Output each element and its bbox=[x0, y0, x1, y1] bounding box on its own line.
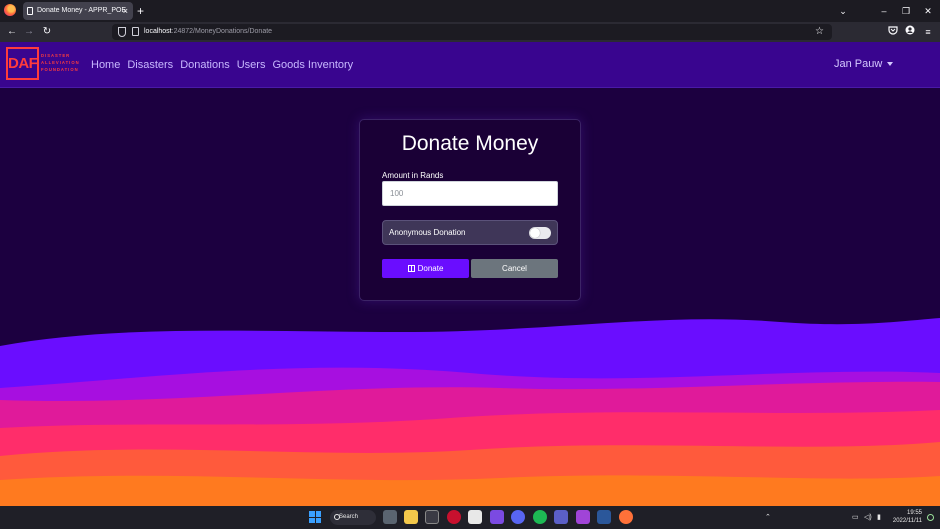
restore-button[interactable]: ❐ bbox=[898, 2, 914, 20]
calendar-icon[interactable] bbox=[468, 510, 482, 524]
notification-icon[interactable] bbox=[927, 514, 934, 521]
account-icon-svg bbox=[905, 25, 915, 35]
anonymous-switch[interactable] bbox=[529, 227, 551, 239]
wave-layer-6 bbox=[0, 475, 940, 506]
page-title: Donate Money bbox=[401, 132, 539, 155]
close-window-button[interactable]: ✕ bbox=[920, 2, 936, 20]
github-desktop-icon[interactable] bbox=[576, 510, 590, 524]
browser-tab-strip: Donate Money - APPR_POE × + ⌄ – ❐ ✕ bbox=[0, 0, 940, 22]
brand-tagline-line-2: ALLEVIATION bbox=[41, 59, 80, 65]
nav-home[interactable]: Home bbox=[91, 59, 120, 71]
cancel-button[interactable]: Cancel bbox=[471, 259, 558, 278]
page-info-icon[interactable] bbox=[132, 27, 139, 36]
donate-button[interactable]: Donate bbox=[382, 259, 469, 278]
donate-label: Donate bbox=[417, 264, 444, 273]
taskbar-search-button[interactable]: Search bbox=[330, 510, 376, 525]
clock-time: 19:55 bbox=[906, 510, 922, 516]
network-icon[interactable]: ▭ bbox=[852, 506, 859, 529]
task-view-icon[interactable] bbox=[383, 510, 397, 524]
browser-toolbar: ← → ↻ localhost:24872/MoneyDonations/Don… bbox=[0, 22, 940, 42]
chevron-up-icon[interactable]: ⌃ bbox=[765, 506, 771, 529]
firefox-icon[interactable] bbox=[4, 4, 16, 16]
amount-input[interactable] bbox=[382, 181, 558, 206]
back-icon[interactable]: ← bbox=[5, 25, 19, 39]
url-text[interactable]: localhost:24872/MoneyDonations/Donate bbox=[144, 24, 272, 40]
page-icon bbox=[27, 7, 33, 15]
tab-title: Donate Money - APPR_POE bbox=[37, 7, 127, 14]
minimize-button[interactable]: – bbox=[876, 2, 892, 20]
browser-tab-active[interactable]: Donate Money - APPR_POE × bbox=[23, 2, 133, 20]
account-icon[interactable] bbox=[903, 25, 917, 39]
brand-tagline-line-3: FOUNDATION bbox=[41, 66, 79, 72]
taskbar: Search ⌃ ▭ ◁) ▮ 19:55 2022/11/11 bbox=[0, 506, 940, 529]
firefox-taskbar-icon[interactable] bbox=[619, 510, 633, 524]
anonymous-toggle-row[interactable]: Anonymous Donation bbox=[382, 220, 558, 245]
user-menu-dropdown[interactable]: Jan Pauw bbox=[834, 42, 894, 88]
list-all-tabs-icon[interactable]: ⌄ bbox=[835, 2, 851, 20]
new-tab-button[interactable]: + bbox=[137, 2, 147, 20]
switch-knob bbox=[530, 228, 540, 238]
tab-close-icon[interactable]: × bbox=[123, 2, 128, 20]
nav-disasters[interactable]: Disasters bbox=[127, 59, 173, 71]
url-host: localhost bbox=[144, 28, 172, 35]
donate-card: Donate Money Amount in Rands Anonymous D… bbox=[359, 119, 581, 301]
bookmark-star-icon[interactable]: ☆ bbox=[815, 24, 824, 40]
app-menu-icon[interactable]: ≡ bbox=[921, 25, 935, 39]
file-explorer-icon[interactable] bbox=[404, 510, 418, 524]
volume-icon[interactable]: ◁) bbox=[864, 506, 872, 529]
site-navbar: DAF DISASTER ALLEVIATION FOUNDATION Home… bbox=[0, 42, 940, 88]
main-nav: Home Disasters Donations Users Goods Inv… bbox=[91, 42, 353, 88]
gift-icon bbox=[407, 265, 415, 272]
clock-date: 2022/11/11 bbox=[892, 518, 922, 524]
spotify-icon[interactable] bbox=[533, 510, 547, 524]
brand-tagline: DISASTER ALLEVIATION FOUNDATION bbox=[41, 53, 91, 73]
battery-icon[interactable]: ▮ bbox=[877, 506, 881, 529]
reload-icon[interactable]: ↻ bbox=[40, 25, 54, 39]
forward-icon[interactable]: → bbox=[22, 25, 36, 39]
windows-start-icon[interactable] bbox=[309, 511, 321, 523]
teams-icon[interactable] bbox=[554, 510, 568, 524]
caret-down-icon bbox=[887, 62, 894, 67]
terminal-icon[interactable] bbox=[425, 510, 439, 524]
visual-studio-icon[interactable] bbox=[490, 510, 504, 524]
user-name: Jan Pauw bbox=[834, 58, 883, 70]
url-path: :24872/MoneyDonations/Donate bbox=[171, 28, 273, 35]
opera-icon[interactable] bbox=[447, 510, 461, 524]
pocket-icon[interactable] bbox=[886, 25, 900, 39]
daf-logo[interactable]: DAF bbox=[6, 47, 39, 80]
nav-users[interactable]: Users bbox=[237, 59, 266, 71]
tracking-shield-icon[interactable] bbox=[118, 27, 126, 37]
url-bar[interactable]: localhost:24872/MoneyDonations/Donate ☆ bbox=[112, 24, 832, 40]
pocket-icon-svg bbox=[888, 26, 898, 35]
anonymous-label: Anonymous Donation bbox=[389, 228, 466, 237]
nav-goods-inventory[interactable]: Goods Inventory bbox=[272, 59, 353, 71]
word-icon[interactable] bbox=[597, 510, 611, 524]
amount-label: Amount in Rands bbox=[382, 171, 444, 180]
brand-tagline-line-1: DISASTER bbox=[41, 53, 71, 58]
taskbar-clock[interactable]: 19:55 2022/11/11 bbox=[893, 509, 922, 525]
nav-donations[interactable]: Donations bbox=[180, 59, 230, 71]
discord-icon[interactable] bbox=[511, 510, 525, 524]
